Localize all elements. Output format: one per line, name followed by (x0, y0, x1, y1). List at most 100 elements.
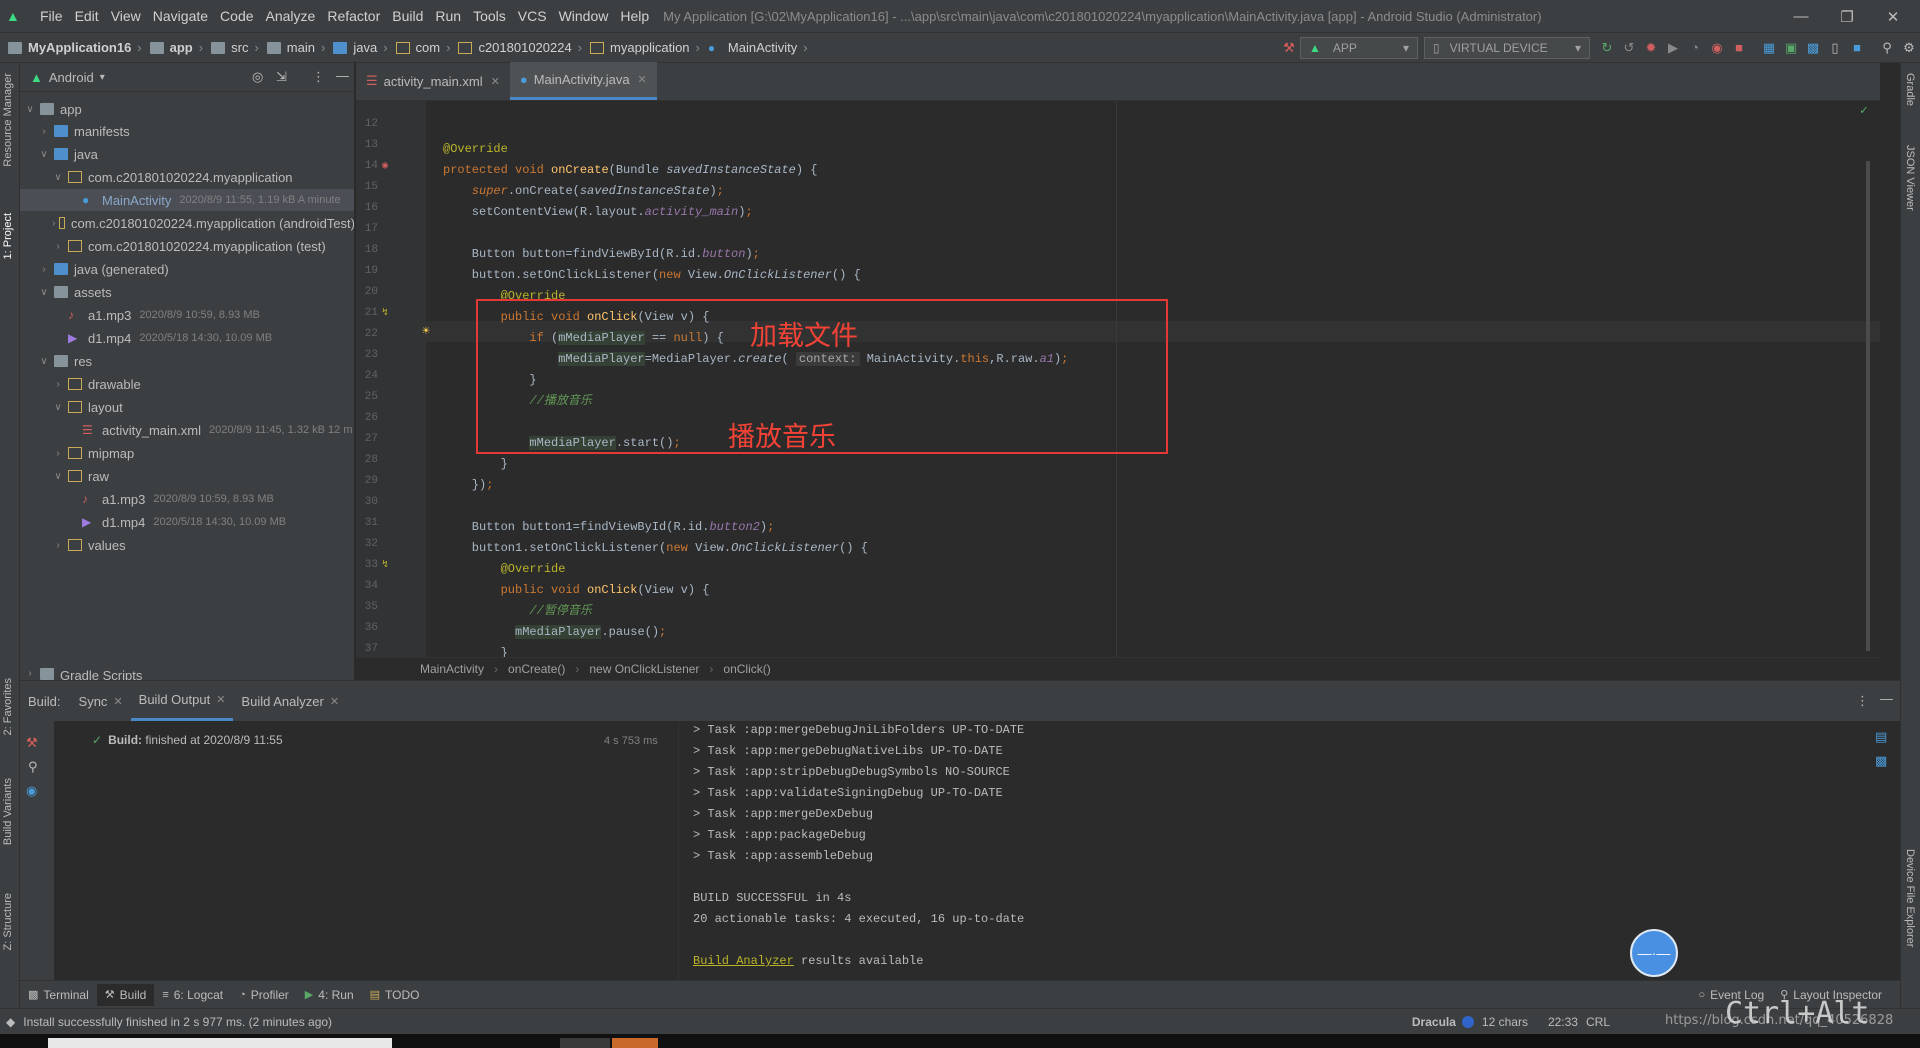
tree-item-res[interactable]: ∨ res (20, 350, 354, 372)
json-viewer-tool-tab[interactable]: JSON Viewer (1904, 145, 1916, 211)
breadcrumb-com[interactable]: com › (392, 40, 455, 55)
collapse-all-icon[interactable]: ⇲ (276, 69, 287, 85)
logcat-tool-button[interactable]: ≡ 6: Logcat (154, 984, 231, 1006)
more-options-icon[interactable]: ⋮ (312, 69, 325, 85)
crumb-onclicklistener[interactable]: new OnClickListener (589, 662, 699, 676)
crumb-oncreate[interactable]: onCreate() (508, 662, 565, 676)
tree-item-java[interactable]: ∨ java (20, 143, 354, 165)
tree-item-manifests[interactable]: › manifests (20, 120, 354, 142)
todo-tool-button[interactable]: ▤ TODO (362, 984, 428, 1006)
close-tab-icon[interactable]: ✕ (638, 73, 647, 86)
tree-item-drawable[interactable]: › drawable (20, 373, 354, 395)
floating-assistant-button[interactable]: —·— (1630, 929, 1678, 977)
crumb-mainactivity[interactable]: MainActivity (420, 662, 484, 676)
debug-icon[interactable]: ✹ (1640, 37, 1662, 59)
resource-manager-tab[interactable]: Resource Manager (2, 73, 14, 167)
menu-view[interactable]: View (105, 8, 147, 24)
taskbar-app[interactable] (612, 1038, 658, 1048)
tree-item-mainactivity[interactable]: ● MainActivity 2020/8/9 11:55, 1.19 kB A m… (20, 189, 354, 211)
tree-item-values[interactable]: › values (20, 534, 354, 556)
menu-analyze[interactable]: Analyze (260, 8, 322, 24)
eye-icon[interactable]: ◉ (26, 783, 37, 799)
menu-refactor[interactable]: Refactor (321, 8, 386, 24)
profiler-tool-button[interactable]: ◔ Profiler (231, 984, 297, 1006)
profile-icon[interactable]: ◔ (1684, 37, 1706, 59)
close-tab-icon[interactable]: ✕ (491, 75, 500, 88)
override-gutter-icon[interactable]: ◉ (382, 160, 388, 172)
project-view-dropdown[interactable]: Android (49, 70, 94, 85)
close-tab-icon[interactable]: ✕ (216, 693, 225, 706)
pin-icon[interactable]: ⚲ (28, 759, 38, 775)
caret-position[interactable]: 22:33 (1548, 1015, 1578, 1029)
tree-item-mipmap[interactable]: › mipmap (20, 442, 354, 464)
sdk-manager-icon[interactable]: ▯ (1824, 37, 1846, 59)
tab-activity-main-xml[interactable]: ☰ activity_main.xml ✕ (356, 62, 510, 100)
locate-icon[interactable]: ◎ (252, 69, 263, 85)
menu-edit[interactable]: Edit (69, 8, 105, 24)
menu-build[interactable]: Build (386, 8, 429, 24)
hammer-icon[interactable]: ⚒ (1278, 37, 1300, 59)
settings-icon[interactable]: ⚙ (1898, 37, 1920, 59)
tab-sync[interactable]: Sync ✕ (71, 681, 131, 721)
favorites-tool-tab[interactable]: 2: Favorites (2, 678, 14, 735)
scroll-to-end-icon[interactable]: ▩ (1875, 753, 1887, 769)
build-result-row[interactable]: ✓ Build: finished at 2020/8/9 11:55 (92, 733, 283, 747)
theme-indicator[interactable]: Dracula (1412, 1015, 1456, 1029)
taskbar-search-box[interactable] (48, 1038, 392, 1048)
terminal-tool-button[interactable]: ▩ Terminal (20, 984, 97, 1006)
implement-gutter-icon[interactable]: ↯ (382, 307, 388, 319)
project-structure-icon[interactable]: ▦ (1758, 37, 1780, 59)
tree-item-package-main[interactable]: ∨ com.c201801020224.myapplication (20, 166, 354, 188)
structure-tool-tab[interactable]: Z: Structure (2, 893, 14, 950)
editor-scrollbar[interactable] (1866, 161, 1870, 651)
menu-file[interactable]: File (34, 8, 69, 24)
run-tool-button[interactable]: ▶ 4: Run (297, 984, 362, 1006)
resource-manager-icon[interactable]: ■ (1846, 37, 1868, 59)
soft-wrap-icon[interactable]: ▤ (1875, 729, 1887, 745)
tab-build-analyzer[interactable]: Build Analyzer ✕ (233, 681, 347, 721)
status-toggle-icon[interactable]: ◆ (6, 1015, 15, 1029)
more-options-icon[interactable]: ⋮ (1856, 693, 1869, 709)
close-tab-icon[interactable]: ✕ (330, 695, 339, 708)
device-file-explorer-tool-tab[interactable]: Device File Explorer (1904, 849, 1916, 947)
menu-code[interactable]: Code (214, 8, 259, 24)
no-problems-check-icon[interactable]: ✓ (1860, 103, 1868, 118)
attach-debugger-icon[interactable]: ◉ (1706, 37, 1728, 59)
apply-changes-icon[interactable]: ↻ (1596, 37, 1618, 59)
breadcrumb-src[interactable]: src › (207, 40, 263, 55)
run-config-dropdown[interactable]: ▲ APP ▾ (1300, 36, 1418, 59)
restore-icon[interactable]: ❐ (1824, 0, 1870, 33)
breadcrumb-project[interactable]: MyApplication16 › (8, 40, 146, 55)
apply-code-changes-icon[interactable]: ↺ (1618, 37, 1640, 59)
tree-item-assets-d1mp4[interactable]: ▶ d1.mp4 2020/5/18 14:30, 10.09 MB (20, 327, 354, 349)
gradle-tool-tab[interactable]: Gradle (1904, 73, 1916, 106)
status-message[interactable]: Install successfully finished in 2 s 977… (23, 1015, 332, 1029)
menu-tools[interactable]: Tools (467, 8, 512, 24)
build-analyzer-link[interactable]: Build Analyzer (693, 954, 794, 968)
menu-help[interactable]: Help (614, 8, 655, 24)
device-dropdown[interactable]: ▯ VIRTUAL DEVICE ▾ (1424, 36, 1590, 59)
breadcrumb-java[interactable]: java › (329, 40, 391, 55)
close-icon[interactable]: ✕ (1870, 0, 1916, 33)
tree-item-raw[interactable]: ∨ raw (20, 465, 354, 487)
menu-run[interactable]: Run (429, 8, 467, 24)
build-variants-tool-tab[interactable]: Build Variants (2, 778, 14, 845)
line-separator[interactable]: CRL (1586, 1015, 1610, 1029)
tree-item-layout[interactable]: ∨ layout (20, 396, 354, 418)
lightbulb-icon[interactable]: ☀ (422, 324, 430, 339)
crumb-onclick[interactable]: onClick() (723, 662, 770, 676)
minimize-icon[interactable]: — (1778, 0, 1824, 33)
stop-icon[interactable]: ■ (1728, 37, 1750, 59)
chevron-down-icon[interactable]: ▾ (100, 72, 105, 83)
search-icon[interactable]: ⚲ (1876, 37, 1898, 59)
breadcrumb-main[interactable]: main › (263, 40, 330, 55)
tree-item-java-generated[interactable]: › java (generated) (20, 258, 354, 280)
tree-item-app[interactable]: ∨ app (20, 98, 354, 120)
tree-item-raw-d1mp4[interactable]: ▶ d1.mp4 2020/5/18 14:30, 10.09 MB (20, 511, 354, 533)
tab-build-output[interactable]: Build Output ✕ (130, 681, 234, 721)
build-output-log[interactable]: > Task :app:mergeDebugJniLibFolders UP-T… (693, 721, 1873, 989)
breadcrumb-myapplication[interactable]: myapplication › (586, 40, 704, 55)
menu-navigate[interactable]: Navigate (147, 8, 214, 24)
tree-item-gradle-scripts[interactable]: › Gradle Scripts (20, 668, 354, 680)
taskbar-app[interactable] (560, 1038, 610, 1048)
